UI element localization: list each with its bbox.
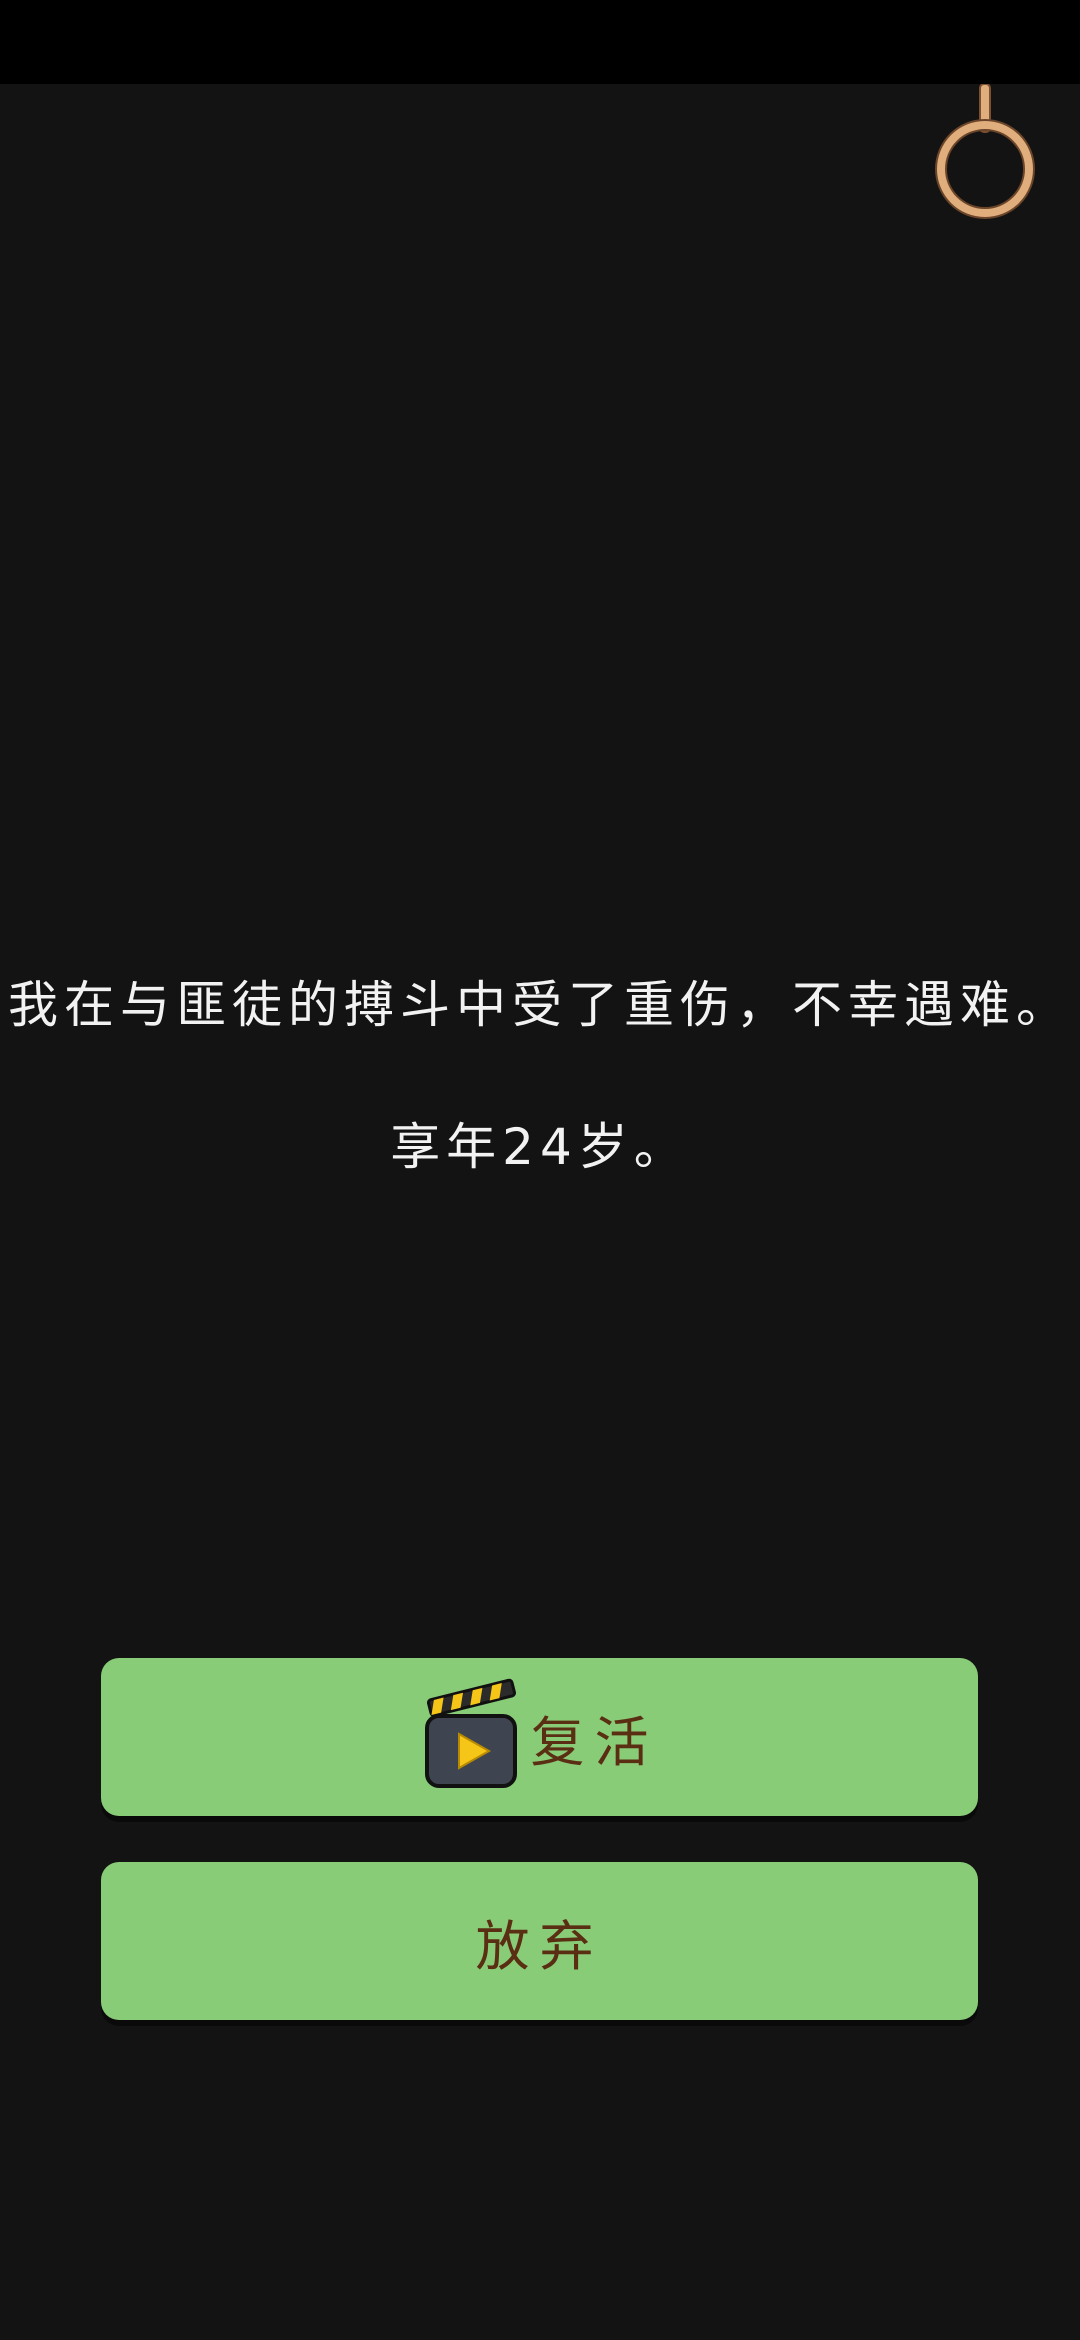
age-at-death-text: 享年24岁。 <box>390 1118 690 1176</box>
hanging-ring-icon <box>935 84 1035 219</box>
game-over-screen: 我在与匪徒的搏斗中受了重伤，不幸遇难。 享年24岁。 复活 放弃 <box>0 0 1080 2340</box>
revive-button[interactable]: 复活 <box>101 1658 978 1816</box>
give-up-button[interactable]: 放弃 <box>101 1862 978 2020</box>
give-up-label: 放弃 <box>475 1914 604 1978</box>
death-story-text: 我在与匪徒的搏斗中受了重伤，不幸遇难。 <box>8 976 1072 1034</box>
revive-label: 复活 <box>530 1710 659 1774</box>
status-bar <box>0 0 1080 84</box>
video-clapper-play-icon <box>424 1678 517 1788</box>
